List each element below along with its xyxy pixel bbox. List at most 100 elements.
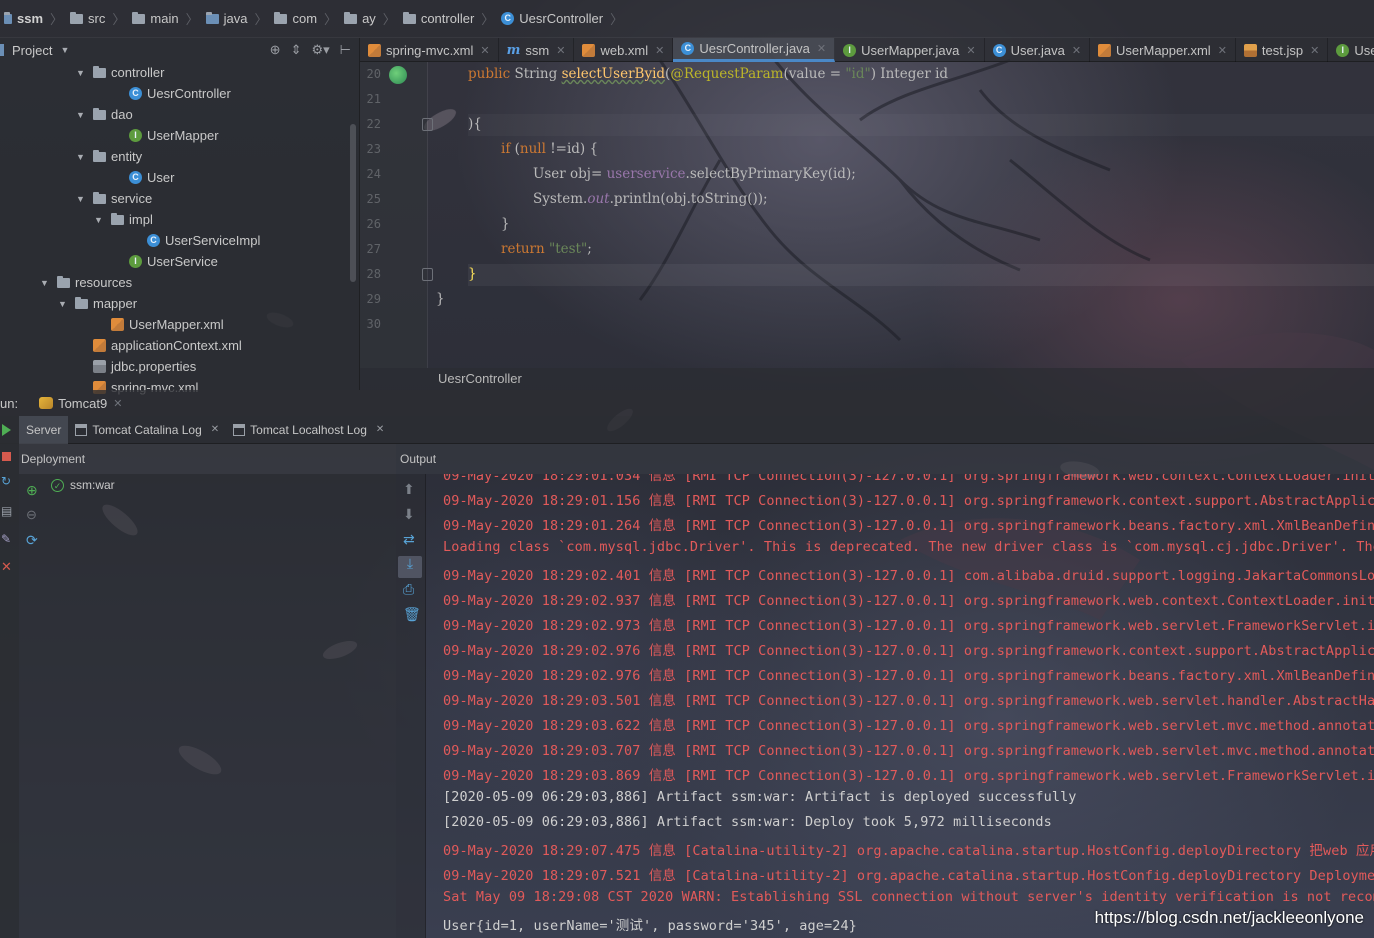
close-run-icon[interactable]: ✕	[1, 560, 12, 575]
scroll-to-end-icon[interactable]: ⤓	[398, 556, 422, 578]
tree-item[interactable]: ▼ entity	[0, 146, 359, 167]
close-icon[interactable]: ✕	[1218, 44, 1227, 57]
class-icon: C	[501, 12, 515, 25]
code-line-28[interactable]: }	[468, 266, 477, 282]
tree-item[interactable]: ▼ mapper	[0, 293, 359, 314]
console-output[interactable]: 09-May-2020 18:29:01.034 信息 [RMI TCP Con…	[427, 474, 1374, 938]
tab-label: UesrController.java	[699, 41, 810, 56]
tree-item[interactable]: C UesrController	[0, 83, 359, 104]
editor-tab[interactable]: UserMapper.xml ✕	[1090, 38, 1236, 62]
breadcrumb-controller[interactable]: controller	[401, 0, 476, 38]
expand-arrow-icon[interactable]: ▼	[94, 215, 104, 225]
close-icon[interactable]: ✕	[480, 44, 489, 57]
breadcrumb-class[interactable]: C UesrController	[499, 0, 605, 38]
fold-marker-icon[interactable]	[422, 268, 433, 281]
tab-server[interactable]: Server	[19, 415, 69, 444]
stop-icon[interactable]	[2, 452, 11, 461]
dump-icon[interactable]: ▤	[1, 504, 12, 518]
spring-mapping-icon[interactable]	[389, 66, 407, 84]
log-line: 09-May-2020 18:29:03.869 信息 [RMI TCP Con…	[443, 768, 1374, 784]
close-icon[interactable]: ✕	[655, 44, 664, 57]
editor-breadcrumb-status[interactable]: UesrController	[360, 368, 1374, 390]
settings-gear-icon[interactable]: ⚙▾	[311, 42, 329, 58]
close-icon[interactable]: ✕	[556, 44, 565, 57]
expand-arrow-icon[interactable]: ▼	[76, 152, 86, 162]
update-icon[interactable]: ↻	[1, 474, 11, 488]
run-config-tab[interactable]: Tomcat9 ✕	[33, 390, 128, 416]
status-class-name: UesrController	[438, 371, 522, 386]
expand-arrow-icon[interactable]: ▼	[58, 299, 68, 309]
editor-tab[interactable]: I User	[1328, 38, 1374, 62]
tab-catalina-log[interactable]: Tomcat Catalina Log ✕	[68, 416, 226, 444]
folder-icon	[75, 296, 88, 309]
redeploy-icon[interactable]: ⟳	[26, 532, 38, 549]
editor-tab[interactable]: C User.java ✕	[985, 38, 1091, 62]
trash-icon[interactable]: 🗑	[403, 607, 421, 623]
code-line-25[interactable]: System.out.println(obj.toString());	[533, 191, 768, 207]
project-view-selector[interactable]: Project	[12, 43, 52, 58]
expand-arrow-icon[interactable]: ▼	[76, 68, 86, 78]
tree-item[interactable]: ▼ service	[0, 188, 359, 209]
breadcrumb-com[interactable]: com	[272, 0, 319, 38]
tree-item[interactable]: C User	[0, 167, 359, 188]
tree-item[interactable]: ▼ resources	[0, 272, 359, 293]
tree-item[interactable]: applicationContext.xml	[0, 335, 359, 356]
fold-marker-icon[interactable]	[422, 118, 433, 131]
code-line-24[interactable]: User obj= userservice.selectByPrimaryKey…	[533, 166, 856, 182]
close-icon[interactable]: ✕	[376, 424, 384, 435]
tree-item[interactable]: ▼ controller	[0, 62, 359, 83]
editor-tab[interactable]: m ssm ✕	[499, 38, 575, 62]
soft-wrap-icon[interactable]: ⇄	[403, 532, 415, 548]
pin-icon[interactable]: ✎	[1, 532, 11, 546]
close-icon[interactable]: ✕	[817, 42, 826, 55]
expand-arrow-icon[interactable]: ▼	[76, 194, 86, 204]
print-icon[interactable]: ⎙	[403, 582, 414, 598]
breadcrumb-main[interactable]: main	[130, 0, 180, 38]
breadcrumb-src[interactable]: src	[68, 0, 107, 38]
editor-tab[interactable]: web.xml ✕	[574, 38, 674, 62]
scroll-down-icon[interactable]: ⬇	[403, 507, 415, 523]
code-line-23[interactable]: if (null !=id) {	[501, 141, 598, 157]
tab-label: Tomcat Localhost Log	[250, 422, 367, 437]
breadcrumb-project[interactable]: ssm	[2, 0, 45, 38]
hide-panel-icon[interactable]: ⊢	[340, 42, 351, 58]
code-line-20[interactable]: public String selectUserByid(@RequestPar…	[468, 66, 948, 82]
tree-item[interactable]: I UserService	[0, 251, 359, 272]
tree-item[interactable]: UserMapper.xml	[0, 314, 359, 335]
breadcrumb-java[interactable]: java	[204, 0, 250, 38]
class-icon: C	[992, 43, 1006, 57]
expand-arrow-icon[interactable]: ▼	[76, 110, 86, 120]
close-icon[interactable]: ✕	[966, 44, 975, 57]
tree-item[interactable]: I UserMapper	[0, 125, 359, 146]
tree-item[interactable]: ▼ impl	[0, 209, 359, 230]
expand-arrow-icon[interactable]: ▼	[40, 278, 50, 288]
tree-item[interactable]: ▼ dao	[0, 104, 359, 125]
deploy-remove-icon[interactable]: ⊖	[26, 507, 37, 523]
run-icon[interactable]	[2, 424, 11, 436]
editor-tab[interactable]: C UesrController.java ✕	[673, 38, 836, 62]
code-line-29[interactable]: }	[436, 291, 445, 307]
project-scrollbar[interactable]	[350, 124, 356, 282]
code-line-26[interactable]: }	[501, 216, 510, 232]
close-icon[interactable]: ✕	[211, 424, 219, 435]
code-line-22[interactable]: ){	[468, 116, 482, 132]
locate-icon[interactable]: ⊕	[270, 42, 281, 58]
scroll-up-icon[interactable]: ⬆	[403, 482, 415, 498]
keyword: if	[501, 141, 511, 157]
dropdown-arrow-icon[interactable]: ▼	[60, 45, 69, 55]
log-line: 09-May-2020 18:29:01.156 信息 [RMI TCP Con…	[443, 493, 1374, 509]
deploy-add-icon[interactable]: ⊕	[26, 482, 38, 499]
close-icon[interactable]: ✕	[1072, 44, 1081, 57]
breadcrumb-ay[interactable]: ay	[342, 0, 378, 38]
editor-tab[interactable]: spring-mvc.xml ✕	[360, 38, 499, 62]
code-line-27[interactable]: return "test";	[501, 241, 592, 257]
collapse-all-icon[interactable]: ⇕	[291, 42, 302, 58]
tab-localhost-log[interactable]: Tomcat Localhost Log ✕	[226, 416, 391, 444]
tree-item[interactable]: jdbc.properties	[0, 356, 359, 377]
editor-tab[interactable]: I UserMapper.java ✕	[835, 38, 985, 62]
artifact-row[interactable]: ✓ ssm:war	[51, 478, 115, 492]
close-icon[interactable]: ✕	[113, 397, 122, 410]
editor-tab[interactable]: test.jsp ✕	[1236, 38, 1329, 62]
tree-item[interactable]: C UserServiceImpl	[0, 230, 359, 251]
close-icon[interactable]: ✕	[1310, 44, 1319, 57]
